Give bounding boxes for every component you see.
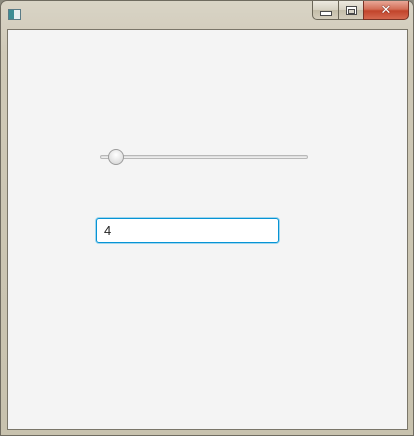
caption-buttons: ✕ xyxy=(312,1,409,20)
maximize-button[interactable] xyxy=(338,1,363,20)
minimize-button[interactable] xyxy=(312,1,338,20)
value-slider[interactable] xyxy=(100,148,308,166)
application-window: ✕ xyxy=(0,0,414,436)
slider-track[interactable] xyxy=(100,155,308,159)
value-text-field[interactable] xyxy=(96,218,279,243)
slider-thumb[interactable] xyxy=(107,149,124,165)
close-icon: ✕ xyxy=(380,2,392,18)
app-window-icon[interactable] xyxy=(8,9,21,20)
close-button[interactable]: ✕ xyxy=(363,1,409,20)
title-bar[interactable]: ✕ xyxy=(1,1,413,27)
content-pane xyxy=(7,29,408,430)
restore-icon xyxy=(345,5,357,15)
minimize-icon xyxy=(319,10,332,16)
